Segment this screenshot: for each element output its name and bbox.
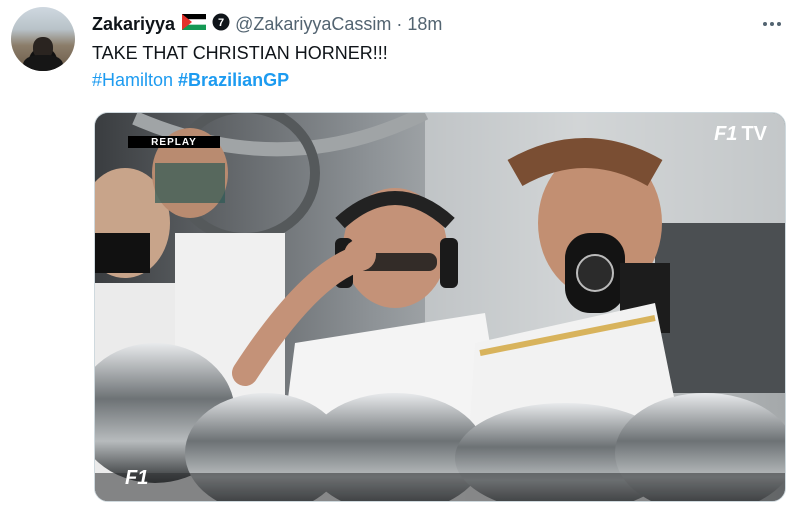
tweet-text: TAKE THAT CHRISTIAN HORNER!!! <box>92 43 388 63</box>
replay-badge: REPLAY <box>128 136 220 148</box>
avatar-body <box>23 55 63 71</box>
more-options-icon[interactable] <box>758 12 786 36</box>
tv-logo-text: TV <box>741 123 767 145</box>
hashtags: #Hamilton #BrazilianGP <box>92 70 289 91</box>
video-frame-illustration <box>95 113 785 501</box>
user-handle[interactable]: @ZakariyyaCassim <box>235 14 391 35</box>
f1tv-logo: F1 TV <box>714 123 767 146</box>
tweet-header: Zakariyya 7 @ZakariyyaCassim · 18m <box>92 12 442 36</box>
f1-bottom-logo: F1 <box>125 467 149 489</box>
palestine-flag-icon <box>182 13 207 35</box>
svg-text:7: 7 <box>218 17 224 29</box>
separator-dot: · <box>396 13 403 34</box>
avatar[interactable] <box>11 7 75 71</box>
tweet-media-video[interactable]: REPLAY F1 TV F1 <box>94 112 786 502</box>
hashtag-link[interactable]: #Hamilton <box>92 70 173 90</box>
timestamp[interactable]: 18m <box>407 14 442 35</box>
display-name[interactable]: Zakariyya <box>92 14 175 35</box>
f1-logo-text: F1 <box>714 123 738 145</box>
hashtag-link[interactable]: #BrazilianGP <box>178 70 289 90</box>
verified-badge-icon: 7 <box>212 13 230 36</box>
